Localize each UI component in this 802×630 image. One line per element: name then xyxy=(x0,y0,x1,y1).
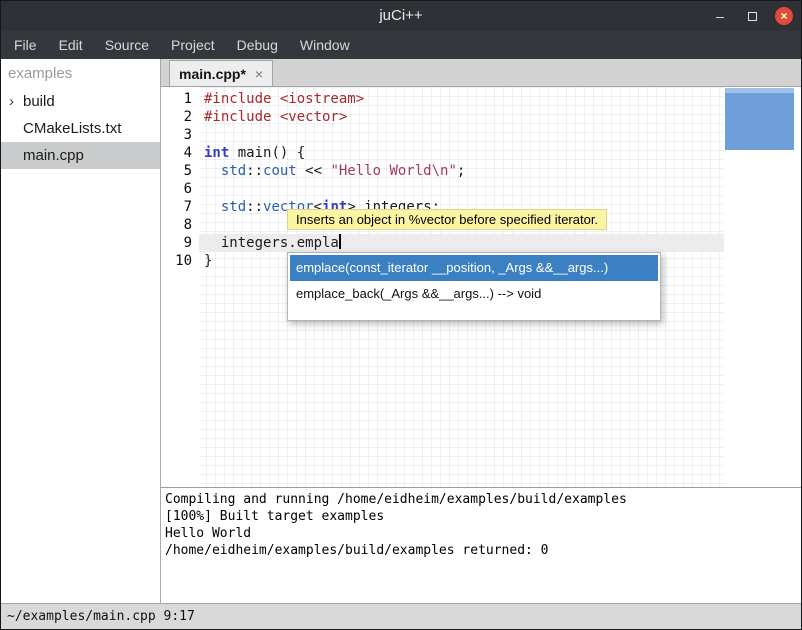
maximize-icon xyxy=(748,12,757,21)
tab-main-cpp[interactable]: main.cpp* × xyxy=(169,60,273,86)
editor-pane: main.cpp* × 12345678910 #include <iostre… xyxy=(161,59,801,603)
sidebar: examples › build CMakeLists.txt main.cpp xyxy=(1,59,161,603)
code-line-4[interactable]: int main() { xyxy=(199,144,724,162)
close-button[interactable]: × xyxy=(775,7,793,25)
line-number: 1 xyxy=(161,90,192,108)
menu-item-debug[interactable]: Debug xyxy=(226,31,289,59)
line-number: 7 xyxy=(161,198,192,216)
code-line-9[interactable]: integers.empla xyxy=(199,234,724,252)
tab-label: main.cpp* xyxy=(179,66,246,82)
tab-bar: main.cpp* × xyxy=(161,59,801,87)
menu-item-file[interactable]: File xyxy=(3,31,48,59)
terminal-line: Hello World xyxy=(165,525,801,542)
minimize-button[interactable]: – xyxy=(711,7,729,25)
project-name: examples xyxy=(1,59,160,88)
chevron-right-icon[interactable]: › xyxy=(9,88,14,115)
autocomplete-item-1[interactable]: emplace_back(_Args &&__args...) --> void xyxy=(290,281,658,307)
menu-bar: FileEditSourceProjectDebugWindow xyxy=(1,31,801,59)
terminal-line: Compiling and running /home/eidheim/exam… xyxy=(165,491,801,508)
overview-map[interactable] xyxy=(724,87,801,487)
autocomplete-popup: emplace(const_iterator __position, _Args… xyxy=(287,252,661,321)
tree-item-build[interactable]: › build xyxy=(1,88,160,115)
terminal-line: /home/eidheim/examples/build/examples re… xyxy=(165,542,801,559)
menu-item-project[interactable]: Project xyxy=(160,31,226,59)
code-line-3[interactable] xyxy=(199,126,724,144)
code-lines[interactable]: #include <iostream>#include <vector> int … xyxy=(199,90,724,270)
terminal-line: [100%] Built target examples xyxy=(165,508,801,525)
window-controls: – × xyxy=(711,1,793,31)
status-path-position: ~/examples/main.cpp 9:17 xyxy=(7,609,195,624)
line-number: 4 xyxy=(161,144,192,162)
line-number: 8 xyxy=(161,216,192,234)
tree-item-label: main.cpp xyxy=(23,147,84,164)
text-cursor xyxy=(339,234,341,249)
line-number: 9 xyxy=(161,234,192,252)
menu-item-source[interactable]: Source xyxy=(94,31,160,59)
line-number: 6 xyxy=(161,180,192,198)
tab-close-icon[interactable]: × xyxy=(255,67,263,81)
main-area: examples › build CMakeLists.txt main.cpp ma… xyxy=(1,59,801,603)
tree-item-label: build xyxy=(23,93,55,110)
menu-item-edit[interactable]: Edit xyxy=(48,31,94,59)
code-line-1[interactable]: #include <iostream> xyxy=(199,90,724,108)
overview-visible-region[interactable] xyxy=(725,93,794,150)
close-icon: × xyxy=(780,9,787,23)
line-number-gutter: 12345678910 xyxy=(161,87,199,487)
menu-item-window[interactable]: Window xyxy=(289,31,361,59)
title-bar[interactable]: juCi++ – × xyxy=(1,1,801,31)
code-line-2[interactable]: #include <vector> xyxy=(199,108,724,126)
window-title: juCi++ xyxy=(1,1,801,31)
tree-item-main-cpp[interactable]: main.cpp xyxy=(1,142,160,169)
autocomplete-item-0[interactable]: emplace(const_iterator __position, _Args… xyxy=(290,255,658,281)
line-number: 2 xyxy=(161,108,192,126)
code-line-6[interactable] xyxy=(199,180,724,198)
tree-item-label: CMakeLists.txt xyxy=(23,120,121,137)
line-number: 5 xyxy=(161,162,192,180)
app-window: juCi++ – × FileEditSourceProjectDebugWin… xyxy=(0,0,802,630)
terminal-output[interactable]: Compiling and running /home/eidheim/exam… xyxy=(161,488,801,603)
code-line-5[interactable]: std::cout << "Hello World\n"; xyxy=(199,162,724,180)
code-editor[interactable]: 12345678910 #include <iostream>#include … xyxy=(161,87,801,487)
status-bar: ~/examples/main.cpp 9:17 xyxy=(1,603,801,629)
file-tree: › build CMakeLists.txt main.cpp xyxy=(1,88,160,169)
doc-tooltip: Inserts an object in %vector before spec… xyxy=(287,209,607,230)
line-number: 3 xyxy=(161,126,192,144)
line-number: 10 xyxy=(161,252,192,270)
maximize-button[interactable] xyxy=(743,7,761,25)
tree-item-cmakelists-txt[interactable]: CMakeLists.txt xyxy=(1,115,160,142)
